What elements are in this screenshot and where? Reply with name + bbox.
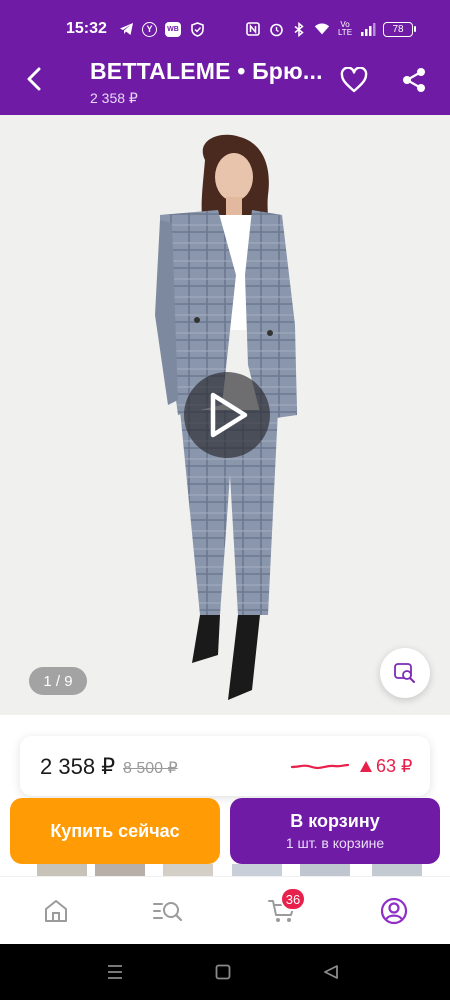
battery-icon: 78 bbox=[383, 21, 416, 37]
thumbnail[interactable] bbox=[163, 864, 213, 876]
thumbnail[interactable] bbox=[37, 864, 87, 876]
favorite-button[interactable] bbox=[336, 63, 372, 97]
bottom-navigation: 36 bbox=[0, 876, 450, 944]
thumbnail[interactable] bbox=[232, 864, 282, 876]
nav-catalog[interactable] bbox=[148, 893, 188, 929]
bluetooth-icon bbox=[291, 21, 307, 37]
thumbnail[interactable] bbox=[95, 864, 145, 876]
old-price: 8 500 ₽ bbox=[123, 760, 178, 777]
status-bar: 15:32 Y WB Vo LTE 78 bbox=[0, 0, 450, 45]
add-to-cart-button[interactable]: В корзину 1 шт. в корзине bbox=[230, 798, 440, 864]
status-right-icons: Vo LTE 78 bbox=[245, 21, 416, 37]
visual-search-button[interactable] bbox=[380, 648, 430, 698]
square-icon bbox=[215, 964, 231, 980]
cart-count-badge: 36 bbox=[280, 887, 306, 911]
wifi-icon bbox=[314, 21, 330, 37]
thumbnail[interactable] bbox=[372, 864, 422, 876]
back-arrow-icon bbox=[27, 67, 41, 91]
back-button[interactable] bbox=[16, 61, 52, 97]
status-time: 15:32 bbox=[66, 20, 107, 37]
back-system-button[interactable] bbox=[320, 962, 342, 982]
catalog-search-icon bbox=[153, 902, 183, 922]
home-icon bbox=[45, 900, 67, 922]
menu-lines-icon bbox=[108, 965, 122, 979]
play-video-button[interactable] bbox=[184, 372, 270, 458]
add-to-cart-label: В корзину bbox=[290, 811, 380, 831]
recommendation-thumbnails bbox=[0, 864, 450, 876]
play-icon bbox=[210, 392, 248, 438]
buy-now-button[interactable]: Купить сейчас bbox=[10, 798, 220, 864]
telegram-icon bbox=[118, 21, 134, 37]
status-left-icons: Y WB bbox=[118, 21, 205, 37]
system-navigation-bar bbox=[0, 944, 450, 1000]
price-up-icon bbox=[360, 761, 372, 772]
thumbnail[interactable] bbox=[300, 864, 350, 876]
price-change: 63 ₽ bbox=[360, 756, 412, 777]
shield-icon bbox=[189, 21, 205, 37]
header-title: BETTALEME • Брю... bbox=[90, 58, 323, 84]
nav-profile[interactable] bbox=[374, 893, 414, 929]
price-change-value: 63 ₽ bbox=[376, 756, 413, 776]
current-price: 2 358 ₽ bbox=[40, 754, 116, 779]
share-button[interactable] bbox=[396, 63, 432, 97]
visual-search-icon bbox=[394, 663, 415, 683]
product-gallery[interactable]: 1 / 9 bbox=[0, 115, 450, 715]
product-header: BETTALEME • Брю... 2 358 ₽ bbox=[0, 45, 450, 115]
cart-quantity-status: 1 шт. в корзине bbox=[285, 835, 385, 851]
share-icon bbox=[403, 68, 425, 92]
signal-icon bbox=[360, 21, 376, 37]
wb-icon: WB bbox=[165, 21, 181, 37]
header-price: 2 358 ₽ bbox=[90, 90, 138, 106]
heart-icon bbox=[340, 67, 368, 93]
yandex-icon: Y bbox=[142, 21, 157, 37]
nav-home[interactable] bbox=[36, 893, 76, 929]
battery-level: 78 bbox=[383, 21, 413, 37]
image-counter: 1 / 9 bbox=[29, 667, 87, 695]
home-system-button[interactable] bbox=[212, 962, 234, 982]
nfc-icon bbox=[245, 21, 261, 37]
profile-icon bbox=[380, 897, 408, 925]
alarm-icon bbox=[268, 21, 284, 37]
triangle-back-icon bbox=[324, 965, 338, 979]
price-history-sparkline bbox=[290, 763, 350, 770]
price-card[interactable]: 2 358 ₽ 8 500 ₽ 63 ₽ bbox=[20, 736, 430, 796]
volte-icon: Vo LTE bbox=[337, 20, 353, 37]
recent-apps-button[interactable] bbox=[104, 962, 126, 982]
